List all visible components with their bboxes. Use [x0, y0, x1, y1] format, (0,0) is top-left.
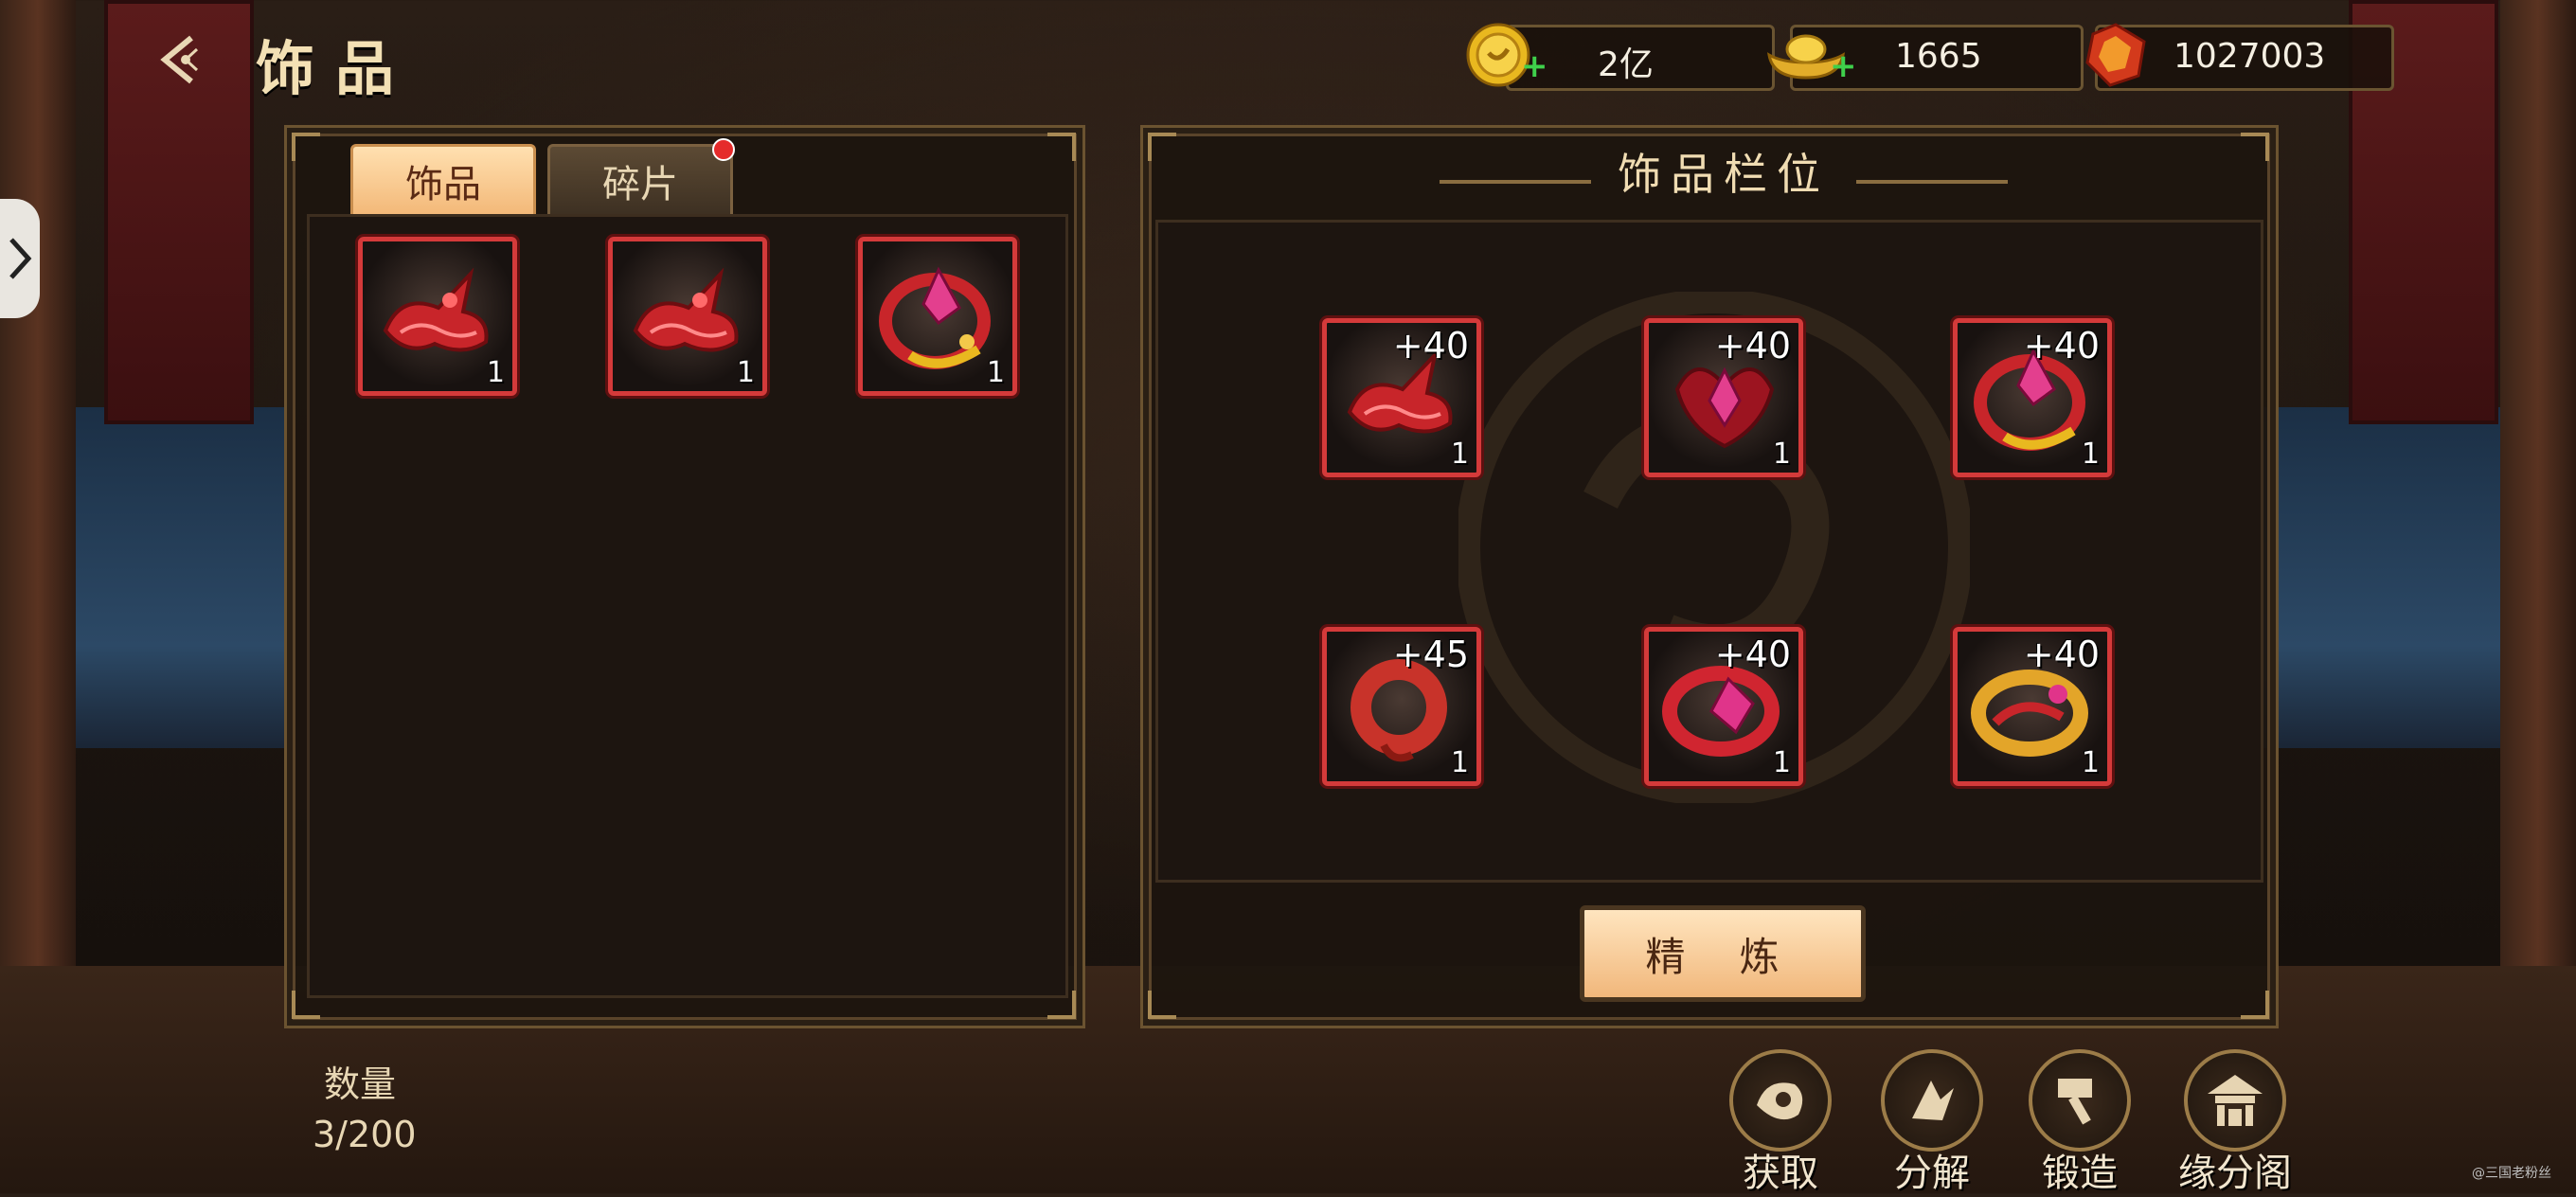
page-title: 饰品: [256, 34, 416, 103]
watermark: @三国老粉丝: [2472, 1166, 2551, 1181]
slot-item-pendant[interactable]: +40 1: [1644, 318, 1803, 477]
slot-item-bracelet[interactable]: +45 1: [1322, 627, 1481, 786]
refine-button[interactable]: 精 炼: [1580, 905, 1866, 1002]
item-level: +40: [1714, 634, 1791, 675]
slot-item-crown-ring[interactable]: +40 1: [1953, 318, 2112, 477]
hammer-icon: [2058, 1079, 2092, 1125]
add-gold-icon[interactable]: +: [1521, 47, 1548, 85]
slot-item-gold-ring[interactable]: +40 1: [1953, 627, 2112, 786]
decompose-label: 分解: [1894, 1152, 1970, 1195]
obtain-icon: [1757, 1082, 1803, 1120]
add-ingot-icon[interactable]: +: [1830, 47, 1857, 85]
item-count: 1: [986, 356, 1005, 389]
notification-dot-icon: [712, 138, 735, 161]
title-divider-left: [1440, 180, 1591, 184]
quantity-value: 3/200: [313, 1114, 417, 1155]
tab-label: 饰品: [405, 163, 481, 206]
item-level: +45: [1392, 634, 1469, 675]
tab-label: 碎片: [602, 163, 678, 206]
currency-value: 1027003: [2174, 37, 2326, 76]
pavilion-icon: [2208, 1075, 2263, 1126]
decompose-icon: [1912, 1081, 1954, 1120]
fate-pavilion-button[interactable]: 缘分阁: [2178, 1049, 2292, 1195]
tab-fragments[interactable]: 碎片: [547, 144, 733, 218]
obtain-label: 获取: [1743, 1152, 1818, 1195]
inventory-item-hairpin[interactable]: 1: [358, 237, 517, 396]
slot-item-hairpin[interactable]: +40 1: [1322, 318, 1481, 477]
item-level: +40: [1714, 325, 1791, 366]
item-count: 1: [2081, 438, 2100, 471]
decompose-button[interactable]: 分解: [1875, 1049, 1989, 1195]
item-count: 1: [2081, 746, 2100, 779]
forge-button[interactable]: 锻造: [2023, 1049, 2137, 1195]
item-level: +40: [1392, 325, 1469, 366]
back-arrow-icon: [160, 35, 199, 84]
back-button[interactable]: [150, 27, 216, 93]
title-divider-right: [1856, 180, 2008, 184]
inventory-item-hairpin[interactable]: 1: [608, 237, 767, 396]
red-hairpin-icon: [633, 267, 739, 352]
currency-value: 1665: [1895, 37, 1982, 76]
item-count: 1: [736, 356, 755, 389]
item-level: +40: [2023, 634, 2100, 675]
side-expand-button[interactable]: [0, 199, 40, 318]
slot-item-gem-ring[interactable]: +40 1: [1644, 627, 1803, 786]
tab-accessories[interactable]: 饰品: [350, 144, 536, 218]
gold-crown-ring-icon: [879, 266, 991, 369]
obtain-button[interactable]: 获取: [1724, 1049, 1837, 1195]
item-level: +40: [2023, 325, 2100, 366]
quantity-label: 数量: [324, 1063, 397, 1105]
item-count: 1: [486, 356, 505, 389]
inventory-item-crown-ring[interactable]: 1: [858, 237, 1017, 396]
item-count: 1: [1772, 438, 1791, 471]
red-gem-icon: [2085, 23, 2146, 87]
item-count: 1: [1450, 746, 1469, 779]
item-count: 1: [1450, 438, 1469, 471]
currency-value: 2亿: [1598, 45, 1654, 84]
chevron-right-icon: [9, 238, 32, 279]
slots-title: 饰品栏位: [1618, 149, 1830, 200]
item-count: 1: [1772, 746, 1791, 779]
fate-pavilion-label: 缘分阁: [2178, 1152, 2292, 1195]
red-hairpin-icon: [383, 267, 489, 352]
forge-label: 锻造: [2042, 1152, 2118, 1195]
